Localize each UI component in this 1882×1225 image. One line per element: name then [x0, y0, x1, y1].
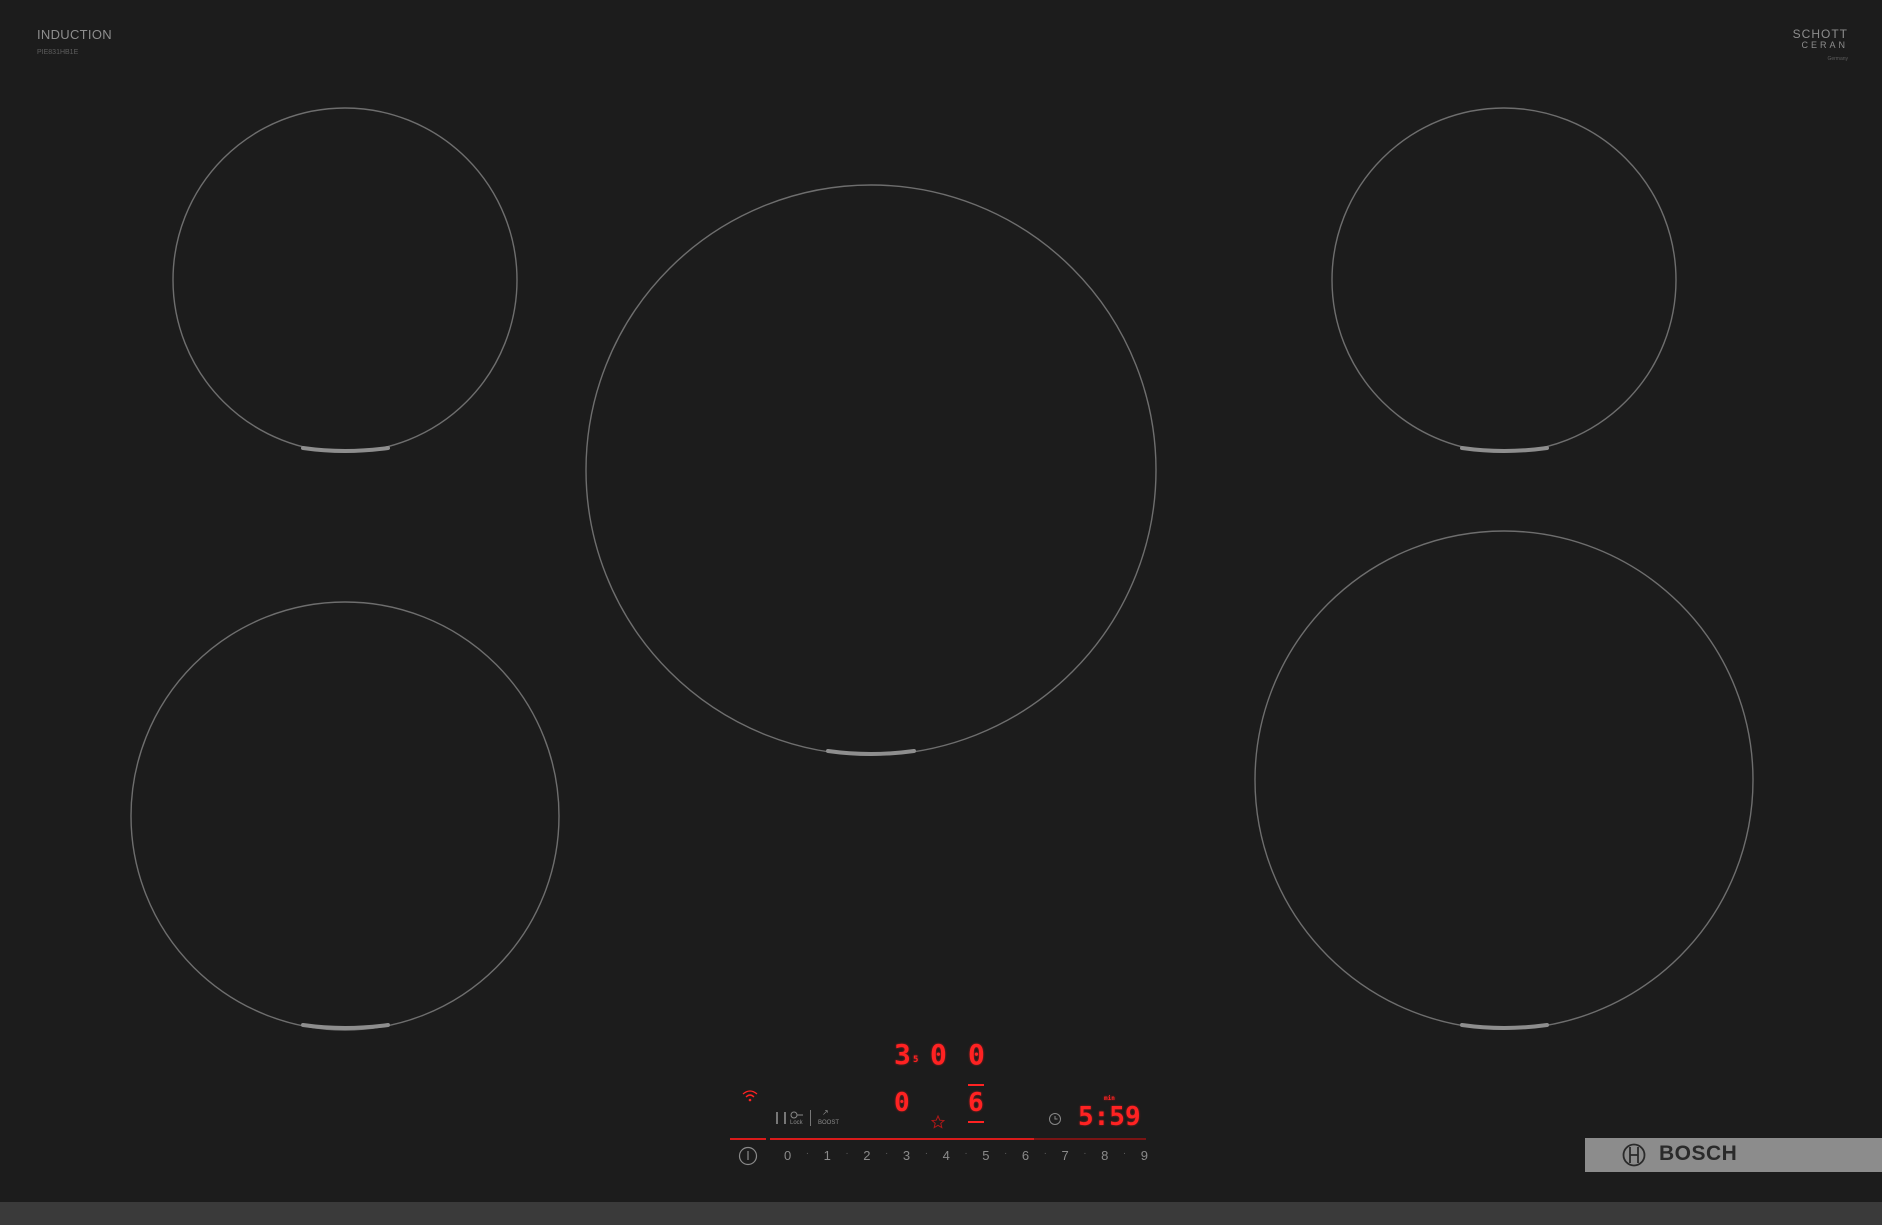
cooking-zone-center[interactable]	[585, 184, 1157, 756]
lock-label: Lock	[790, 1120, 803, 1126]
power-level-7[interactable]: 7	[1061, 1148, 1068, 1163]
cooking-zone-front-left[interactable]	[130, 601, 560, 1031]
cooktop-frame-edge	[0, 1202, 1882, 1225]
zone-indicator-bar-bottom	[968, 1121, 984, 1123]
power-level-9[interactable]: 9	[1141, 1148, 1148, 1163]
display-top-sub: 5	[913, 1055, 919, 1065]
power-level-8[interactable]: 8	[1101, 1148, 1108, 1163]
wifi-underline	[730, 1138, 766, 1140]
display-top-digit2: 0	[930, 1038, 947, 1071]
cooking-zone-rear-left[interactable]	[172, 107, 518, 453]
power-level-5[interactable]: 5	[982, 1148, 989, 1163]
favourite-star-icon[interactable]	[931, 1115, 945, 1129]
display-top-digit3: 0	[968, 1038, 985, 1071]
power-level-1[interactable]: 1	[824, 1148, 831, 1163]
power-level-4[interactable]: 4	[943, 1148, 950, 1163]
cooking-zones	[130, 107, 1754, 1031]
power-icon[interactable]	[738, 1146, 758, 1166]
slider-inactive-line	[1034, 1138, 1146, 1140]
brand-bar: BOSCH	[1585, 1138, 1882, 1172]
zone-indicator-bar	[968, 1084, 984, 1086]
cooking-zone-rear-right[interactable]	[1331, 107, 1677, 453]
control-panel: 3 5 0 0 Lock ↗ BOOST 0 6 min 5:59 0 · 1 …	[728, 1038, 1148, 1168]
boost-label[interactable]: BOOST	[818, 1120, 839, 1126]
power-level-2[interactable]: 2	[863, 1148, 870, 1163]
power-level-6[interactable]: 6	[1022, 1148, 1029, 1163]
power-level-slider[interactable]: 0 · 1 · 2 · 3 · 4 · 5 · 6 · 7 · 8 · 9	[784, 1148, 1148, 1163]
zone-level-display: 0	[894, 1088, 910, 1118]
power-level-3[interactable]: 3	[903, 1148, 910, 1163]
brand-name: BOSCH	[1659, 1142, 1738, 1165]
bosch-logo-icon	[1622, 1143, 1646, 1167]
cooking-zone-front-right[interactable]	[1254, 530, 1754, 1030]
wifi-icon[interactable]	[742, 1090, 758, 1102]
timer-display: 5:59	[1078, 1102, 1141, 1132]
power-level-0[interactable]: 0	[784, 1148, 791, 1163]
boost-icon[interactable]: ↗	[822, 1108, 829, 1117]
pause-icon[interactable]	[776, 1112, 786, 1124]
timer-clock-icon[interactable]	[1048, 1112, 1062, 1126]
zone-level-display-2: 6	[968, 1088, 984, 1118]
key-divider	[810, 1110, 811, 1126]
key-lock-icon[interactable]	[790, 1111, 804, 1119]
display-top-digit1: 3	[894, 1038, 911, 1071]
timer-unit-label: min	[1104, 1095, 1115, 1102]
slider-active-line	[770, 1138, 1034, 1140]
